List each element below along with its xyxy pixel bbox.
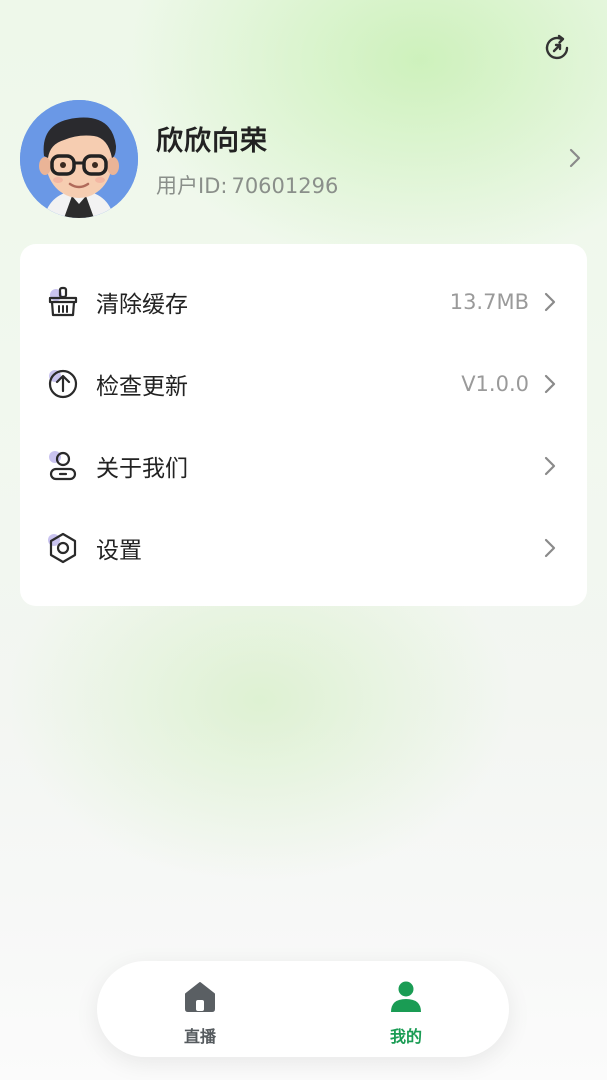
person-icon (391, 981, 421, 1012)
user-id-value: 70601296 (231, 173, 339, 198)
home-icon (185, 982, 215, 1012)
tab-live[interactable]: 直播 (97, 961, 303, 1057)
tab-label: 我的 (389, 1027, 422, 1046)
bottom-tab-bar: 直播 我的 (97, 961, 509, 1057)
app-version: V1.0.0 (461, 372, 529, 396)
chevron-right-icon (544, 292, 556, 312)
menu-label: 清除缓存 (96, 292, 188, 318)
nickname: 欣欣向荣 (156, 125, 268, 157)
upload-arrow-icon (44, 365, 82, 403)
user-icon (44, 447, 82, 485)
tab-mine[interactable]: 我的 (303, 961, 509, 1057)
avatar[interactable] (20, 100, 138, 218)
chevron-right-icon (569, 148, 581, 168)
tab-label: 直播 (183, 1027, 216, 1046)
menu-item-clear-cache[interactable]: 清除缓存 13.7MB (20, 261, 587, 343)
hexagon-gear-icon (44, 529, 82, 567)
cache-size: 13.7MB (449, 290, 529, 314)
profile-header[interactable]: 欣欣向荣 用户ID: 70601296 (20, 100, 590, 218)
refresh-icon[interactable] (540, 31, 574, 65)
chevron-right-icon (544, 456, 556, 476)
menu-label: 设置 (96, 538, 142, 564)
chevron-right-icon (544, 374, 556, 394)
menu-item-settings[interactable]: 设置 (20, 507, 587, 589)
broom-basket-icon (44, 283, 82, 321)
user-id: 用户ID: 70601296 (156, 170, 590, 200)
user-id-label: 用户ID: (156, 173, 228, 198)
menu-label: 检查更新 (96, 374, 188, 400)
chevron-right-icon (544, 538, 556, 558)
menu-label: 关于我们 (96, 456, 188, 482)
menu-item-about-us[interactable]: 关于我们 (20, 425, 587, 507)
settings-menu-card: 清除缓存 13.7MB 检查更新 V1.0.0 关于我们 设置 (20, 244, 587, 606)
menu-item-check-update[interactable]: 检查更新 V1.0.0 (20, 343, 587, 425)
